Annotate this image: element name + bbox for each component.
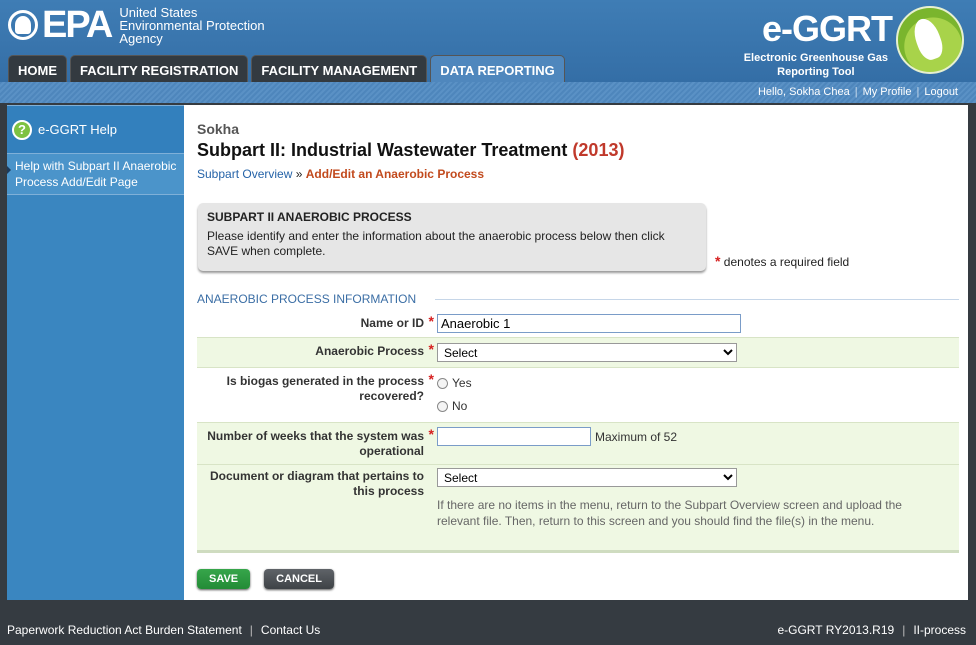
- main-panel: ? e-GGRT Help Help with Subpart II Anaer…: [7, 105, 968, 600]
- logout-link[interactable]: Logout: [924, 86, 958, 98]
- biogas-control: Yes No: [437, 374, 472, 415]
- process-control: Select: [437, 343, 737, 362]
- section-title: ANAEROBIC PROCESS INFORMATION: [197, 292, 959, 306]
- weeks-max-hint: Maximum of 52: [595, 429, 678, 444]
- sidebar-help-header[interactable]: ? e-GGRT Help: [7, 105, 184, 153]
- document-control: Select If there are no items in the menu…: [437, 468, 947, 529]
- help-label: e-GGRT Help: [38, 122, 117, 137]
- sidebar: ? e-GGRT Help Help with Subpart II Anaer…: [7, 105, 184, 600]
- user-bar: Hello, Sokha Chea | My Profile | Logout: [0, 82, 976, 103]
- sidebar-help-link[interactable]: Help with Subpart II Anaerobic Process A…: [7, 153, 184, 195]
- page-title: Subpart II: Industrial Wastewater Treatm…: [197, 140, 624, 161]
- main-nav-tabs: HOME FACILITY REGISTRATION FACILITY MANA…: [8, 55, 565, 83]
- form-row-biogas: Is biogas generated in the process recov…: [197, 368, 959, 423]
- form-row-weeks: Number of weeks that the system was oper…: [197, 423, 959, 465]
- biogas-no-option[interactable]: No: [437, 397, 472, 415]
- instruction-text: Please identify and enter the informatio…: [207, 229, 665, 258]
- divider: |: [916, 86, 920, 98]
- breadcrumb-subpart-overview[interactable]: Subpart Overview: [197, 167, 292, 181]
- form-row-name: Name or ID *: [197, 309, 959, 338]
- document-help-text: If there are no items in the menu, retur…: [437, 498, 902, 528]
- required-asterisk-icon: *: [428, 371, 434, 387]
- site-header: EPA United States Environmental Protecti…: [0, 0, 976, 83]
- app-subtitle-line-1: Electronic Greenhouse Gas: [743, 52, 888, 64]
- epa-logo-text: EPA: [42, 4, 113, 46]
- user-greeting: Hello, Sokha Chea: [757, 86, 850, 98]
- reporting-year: (2013): [572, 140, 625, 160]
- page-code: II-process: [913, 623, 966, 637]
- agency-line-2: Environmental Protection: [119, 17, 265, 33]
- form-row-document: Document or diagram that pertains to thi…: [197, 465, 959, 553]
- biogas-yes-option[interactable]: Yes: [437, 374, 472, 392]
- required-asterisk-icon: *: [428, 313, 434, 329]
- required-asterisk-icon: *: [715, 253, 721, 269]
- name-label: Name or ID *: [189, 314, 434, 331]
- required-field-note: * denotes a required field: [715, 253, 849, 269]
- biogas-yes-radio[interactable]: [437, 377, 448, 389]
- save-button[interactable]: SAVE: [197, 569, 251, 589]
- tab-facility-management[interactable]: FACILITY MANAGEMENT: [251, 55, 428, 83]
- app-title: e-GGRT: [761, 8, 893, 49]
- breadcrumb-separator: »: [295, 167, 303, 181]
- footer-links: Paperwork Reduction Act Burden Statement…: [7, 623, 320, 637]
- required-asterisk-icon: *: [428, 341, 434, 357]
- form-buttons: SAVE CANCEL: [197, 569, 334, 589]
- breadcrumb: Subpart Overview » Add/Edit an Anaerobic…: [197, 167, 484, 181]
- agency-line-1: United States: [119, 4, 198, 20]
- agency-name: United States Environmental Protection A…: [119, 6, 264, 45]
- instruction-box: SUBPART II ANAEROBIC PROCESS Please iden…: [198, 203, 706, 271]
- weeks-control: Maximum of 52: [437, 427, 677, 446]
- paperwork-link[interactable]: Paperwork Reduction Act Burden Statement: [7, 623, 242, 637]
- biogas-label-text: Is biogas generated in the process recov…: [226, 374, 424, 403]
- footer-version: e-GGRT RY2013.R19 | II-process: [777, 623, 966, 637]
- biogas-no-radio[interactable]: [437, 400, 448, 412]
- weeks-label-text: Number of weeks that the system was oper…: [207, 429, 424, 458]
- facility-name: Sokha: [197, 121, 240, 137]
- biogas-no-label: No: [452, 399, 468, 413]
- form-row-process: Anaerobic Process * Select: [197, 338, 959, 368]
- contact-us-link[interactable]: Contact Us: [261, 623, 320, 637]
- biogas-label: Is biogas generated in the process recov…: [189, 372, 434, 404]
- my-profile-link[interactable]: My Profile: [863, 86, 912, 98]
- help-question-icon: ?: [12, 119, 32, 140]
- divider: |: [902, 623, 906, 637]
- process-label: Anaerobic Process *: [189, 342, 434, 359]
- document-label: Document or diagram that pertains to thi…: [209, 469, 424, 498]
- epa-logo[interactable]: EPA United States Environmental Protecti…: [8, 5, 265, 45]
- version-text: e-GGRT RY2013.R19: [777, 623, 895, 637]
- weeks-label: Number of weeks that the system was oper…: [189, 427, 434, 459]
- required-asterisk-icon: *: [428, 426, 434, 442]
- agency-line-3: Agency: [119, 30, 163, 46]
- breadcrumb-current: Add/Edit an Anaerobic Process: [305, 167, 485, 181]
- epa-flower-icon: [8, 10, 38, 40]
- instruction-title: SUBPART II ANAEROBIC PROCESS: [207, 210, 412, 224]
- document-select[interactable]: Select: [437, 468, 737, 487]
- name-label-text: Name or ID: [360, 316, 424, 330]
- biogas-yes-label: Yes: [452, 376, 472, 390]
- anaerobic-process-select[interactable]: Select: [437, 343, 737, 362]
- page-title-text: Subpart II: Industrial Wastewater Treatm…: [197, 140, 568, 160]
- cancel-button[interactable]: CANCEL: [264, 569, 334, 589]
- name-control: [437, 314, 741, 333]
- tab-home[interactable]: HOME: [8, 55, 67, 83]
- anaerobic-process-form: Name or ID * Anaerobic Process * Select: [197, 309, 959, 553]
- tab-data-reporting[interactable]: DATA REPORTING: [430, 55, 565, 83]
- weeks-operational-input[interactable]: [437, 427, 591, 446]
- divider: |: [249, 623, 253, 637]
- app-subtitle: Electronic Greenhouse Gas Reporting Tool: [744, 51, 888, 79]
- heron-logo-icon: [896, 6, 964, 74]
- footer: Paperwork Reduction Act Burden Statement…: [0, 610, 976, 645]
- required-note-text: denotes a required field: [723, 255, 850, 269]
- process-label-text: Anaerobic Process: [315, 344, 424, 358]
- tab-facility-registration[interactable]: FACILITY REGISTRATION: [70, 55, 249, 83]
- divider: |: [854, 86, 858, 98]
- app-subtitle-line-2: Reporting Tool: [777, 66, 855, 78]
- name-input[interactable]: [437, 314, 741, 333]
- user-links: Hello, Sokha Chea | My Profile | Logout: [758, 86, 958, 98]
